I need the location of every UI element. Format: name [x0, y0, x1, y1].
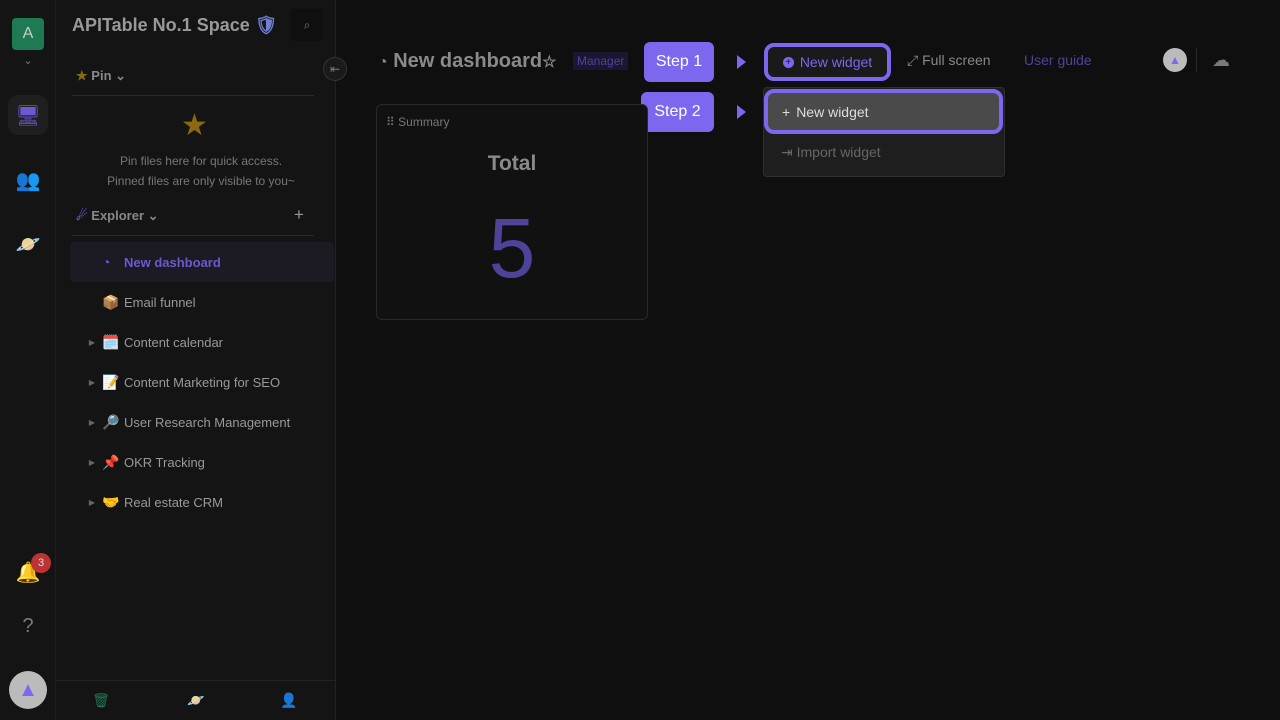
guide-arrow [737, 55, 746, 69]
guide-step-1: Step 1 [644, 42, 714, 82]
divider [72, 95, 314, 96]
expand-icon: ▶ [88, 457, 96, 467]
tree-item[interactable]: ▶ 📌 OKR Tracking [70, 442, 334, 482]
pin-star-icon: ★ [181, 109, 208, 142]
widget-name: ⠿ Summary [386, 115, 450, 129]
notification-badge: 3 [31, 553, 51, 573]
expand-icon: ▶ [88, 497, 96, 507]
tree-item[interactable]: ▶ 🗓️ Content calendar [70, 322, 334, 362]
widget-value: 5 [488, 201, 536, 295]
chevron-down-icon[interactable]: ⌄ [18, 52, 38, 68]
pin-empty-line2: Pinned files are only visible to you~ [107, 174, 295, 188]
dashboard-title: ◔ New dashboard☆ [378, 50, 557, 72]
invite-icon[interactable]: 👤 [274, 688, 304, 712]
expand-icon: ▶ [88, 337, 96, 347]
space-avatar[interactable]: A [12, 18, 44, 50]
help-icon[interactable]: ? [8, 606, 48, 646]
guide-arrow [737, 105, 746, 119]
explorer-header[interactable]: ☄ Explorer ⌄ [76, 208, 159, 224]
expand-icon: ⤢ [907, 52, 919, 68]
expand-icon: ▶ [88, 377, 96, 387]
workbench-icon[interactable]: 🖥 [8, 95, 48, 135]
guide-step-2: Step 2 [641, 92, 714, 132]
tree-item[interactable]: ▶ 📝 Content Marketing for SEO [70, 362, 334, 402]
new-widget-button[interactable]: + New widget [764, 43, 891, 81]
explore-icon[interactable]: 🪐 [8, 224, 48, 264]
sidebar: APITable No.1 Space 🛡 ⌕ ★ Pin ⌄ ★ Pin fi… [56, 0, 336, 720]
tree-item[interactable]: ▶ 🤝 Real estate CRM [70, 482, 334, 522]
plus-circle-icon: + [782, 56, 794, 68]
space-title: APITable No.1 Space 🛡 [72, 15, 278, 35]
widget-title: Total [487, 152, 537, 175]
import-icon: ⇥ [781, 144, 793, 160]
divider [56, 680, 336, 681]
collapse-sidebar-button[interactable]: ⇤ [323, 57, 347, 81]
app-rail: A ⌄ 🖥 👥 🪐 🔔 3 ? ▲ [0, 0, 56, 720]
pin-empty-line1: Pin files here for quick access. [119, 154, 283, 168]
menu-item-new-widget[interactable]: + New widget [764, 89, 1003, 134]
divider [1196, 48, 1197, 72]
user-avatar[interactable]: ▲ [1163, 48, 1187, 72]
add-node-button[interactable]: + [294, 205, 304, 225]
divider [72, 235, 314, 236]
template-icon[interactable]: 🪐 [181, 688, 211, 712]
shield-icon: 🛡 [254, 15, 278, 35]
role-badge: Manager [573, 52, 629, 70]
user-guide-link[interactable]: User guide [1024, 52, 1092, 68]
pin-header[interactable]: ★ Pin ⌄ [76, 68, 126, 84]
star-icon[interactable]: ☆ [542, 54, 556, 71]
cloud-sync-icon: ☁ [1212, 49, 1230, 70]
menu-item-import-widget[interactable]: ⇥ Import widget [781, 144, 881, 161]
search-button[interactable]: ⌕ [291, 9, 323, 41]
trash-icon[interactable]: 🗑 [86, 688, 116, 712]
tree-item[interactable]: ▶ 🔎 User Research Management [70, 402, 334, 442]
dashboard-icon: ◔ [378, 54, 388, 71]
plus-icon: + [782, 103, 791, 120]
full-screen-button[interactable]: ⤢ Full screen [907, 52, 991, 69]
members-icon[interactable]: 👥 [8, 160, 48, 200]
tree-item-new-dashboard[interactable]: ◔ New dashboard [70, 242, 334, 282]
dashboard-icon: ◔ [102, 254, 111, 270]
drag-handle-icon: ⠿ [386, 115, 395, 129]
user-avatar[interactable]: ▲ [9, 671, 47, 709]
tree-item[interactable]: 📦 Email funnel [70, 282, 334, 322]
expand-icon: ▶ [88, 417, 96, 427]
